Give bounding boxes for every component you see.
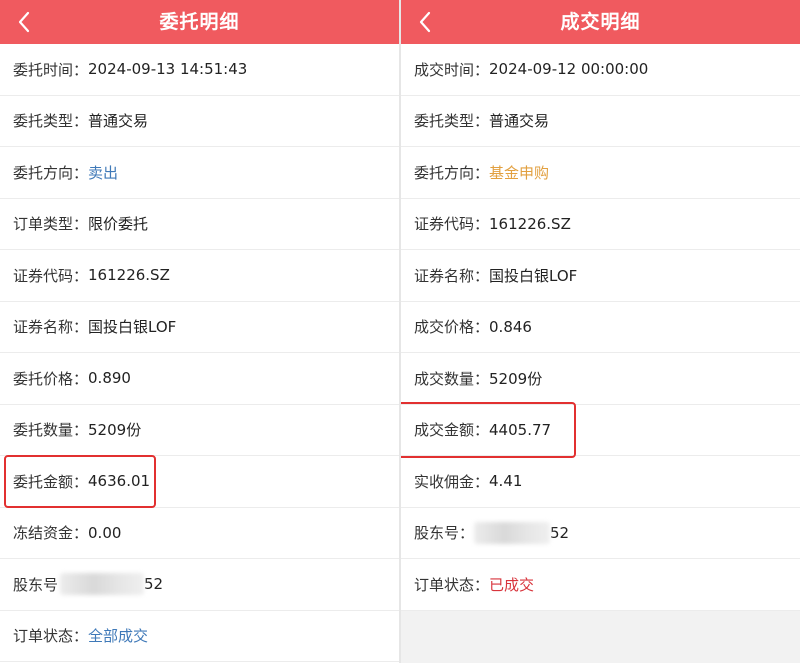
row-commission: 实收佣金： 4.41 bbox=[401, 456, 800, 508]
row-security-code: 证券代码： 161226.SZ bbox=[0, 250, 399, 302]
field-label: 证券名称： bbox=[414, 266, 490, 285]
field-value: 4636.01 bbox=[88, 472, 151, 491]
field-value: 161226.SZ bbox=[88, 266, 170, 285]
field-value: 基金申购 bbox=[489, 163, 550, 182]
field-label: 委托时间： bbox=[13, 60, 89, 79]
field-label: 委托类型： bbox=[13, 112, 89, 131]
field-label: 成交价格： bbox=[414, 318, 490, 337]
field-value: 0.846 bbox=[489, 317, 532, 336]
redacted-blur bbox=[60, 573, 145, 596]
redacted-blur bbox=[474, 521, 551, 544]
field-value: 5209份 bbox=[88, 421, 142, 440]
row-order-direction: 委托方向： 卖出 bbox=[0, 147, 399, 199]
order-detail-list: 委托时间： 2024-09-13 14:51:43 委托类型： 普通交易 委托方向：… bbox=[0, 44, 399, 662]
field-value: 普通交易 bbox=[88, 112, 149, 131]
field-label: 委托类型： bbox=[414, 112, 490, 131]
field-label: 成交数量： bbox=[414, 369, 490, 388]
trade-detail-panel: 成交明细 成交时间： 2024-09-12 00:00:00 委托类型： 普通交易 … bbox=[401, 0, 800, 663]
field-label: 订单状态： bbox=[414, 575, 490, 594]
field-label: 证券名称： bbox=[13, 318, 89, 337]
row-trade-quantity: 成交数量： 5209份 bbox=[401, 353, 800, 405]
row-order-time: 委托时间： 2024-09-13 14:51:43 bbox=[0, 44, 399, 96]
field-value: 161226.SZ bbox=[489, 214, 571, 233]
field-value: 卖出 bbox=[88, 163, 119, 182]
field-label: 订单类型： bbox=[13, 215, 89, 234]
field-label: 股东号 bbox=[13, 575, 59, 594]
order-detail-header: 委托明细 bbox=[0, 0, 399, 44]
field-label: 委托金额： bbox=[13, 472, 89, 491]
trade-detail-list: 成交时间： 2024-09-12 00:00:00 委托类型： 普通交易 委托方向：… bbox=[401, 44, 800, 611]
field-value: 2024-09-12 00:00:00 bbox=[489, 60, 649, 79]
page-title: 委托明细 bbox=[159, 11, 240, 33]
row-order-direction: 委托方向： 基金申购 bbox=[401, 147, 800, 199]
order-detail-panel: 委托明细 委托时间： 2024-09-13 14:51:43 委托类型： 普通交易 … bbox=[0, 0, 399, 663]
row-trade-price: 成交价格： 0.846 bbox=[401, 302, 800, 353]
field-value: 国投白银LOF bbox=[88, 318, 177, 337]
row-frozen-funds: 冻结资金： 0.00 bbox=[0, 508, 399, 559]
row-trade-amount: 成交金额： 4405.77 bbox=[401, 405, 800, 456]
row-shareholder-id: 股东号： 52 bbox=[401, 508, 800, 559]
field-value: 0.890 bbox=[88, 369, 131, 388]
row-order-amount: 委托金额： 4636.01 bbox=[0, 456, 399, 508]
field-label: 证券代码： bbox=[414, 215, 490, 234]
field-value: 已成交 bbox=[489, 575, 535, 594]
row-order-type: 委托类型： 普通交易 bbox=[0, 96, 399, 147]
field-label: 委托价格： bbox=[13, 369, 89, 388]
row-order-price: 委托价格： 0.890 bbox=[0, 353, 399, 405]
field-value: 全部成交 bbox=[88, 627, 149, 646]
row-order-type: 委托类型： 普通交易 bbox=[401, 96, 800, 147]
field-value: 52 bbox=[144, 575, 164, 594]
field-label: 股东号： bbox=[414, 524, 475, 543]
field-label: 委托数量： bbox=[13, 421, 89, 440]
row-order-status: 订单状态： 已成交 bbox=[401, 559, 800, 611]
row-order-quantity: 委托数量： 5209份 bbox=[0, 405, 399, 456]
row-security-name: 证券名称： 国投白银LOF bbox=[0, 302, 399, 353]
field-value: 5209份 bbox=[489, 369, 543, 388]
field-label: 委托方向： bbox=[13, 163, 89, 182]
field-value: 2024-09-13 14:51:43 bbox=[88, 60, 248, 79]
field-value: 0.00 bbox=[88, 523, 122, 542]
field-label: 冻结资金： bbox=[13, 524, 89, 543]
field-value: 4.41 bbox=[489, 472, 523, 491]
row-shareholder-id: 股东号 52 bbox=[0, 559, 399, 611]
row-order-kind: 订单类型： 限价委托 bbox=[0, 199, 399, 250]
row-security-name: 证券名称： 国投白银LOF bbox=[401, 250, 800, 302]
field-value: 国投白银LOF bbox=[489, 266, 578, 285]
field-label: 证券代码： bbox=[13, 266, 89, 285]
row-trade-time: 成交时间： 2024-09-12 00:00:00 bbox=[401, 44, 800, 96]
field-value: 普通交易 bbox=[489, 112, 550, 131]
row-security-code: 证券代码： 161226.SZ bbox=[401, 199, 800, 250]
field-value: 4405.77 bbox=[489, 420, 552, 439]
field-label: 订单状态： bbox=[13, 627, 89, 646]
field-label: 成交时间： bbox=[414, 60, 490, 79]
field-value: 52 bbox=[550, 523, 570, 542]
field-label: 委托方向： bbox=[414, 163, 490, 182]
row-order-status: 订单状态： 全部成交 bbox=[0, 611, 399, 662]
field-value: 限价委托 bbox=[88, 215, 149, 234]
trade-detail-header: 成交明细 bbox=[401, 0, 800, 44]
page-title: 成交明细 bbox=[560, 11, 641, 33]
field-label: 成交金额： bbox=[414, 421, 490, 440]
field-label: 实收佣金： bbox=[414, 472, 490, 491]
